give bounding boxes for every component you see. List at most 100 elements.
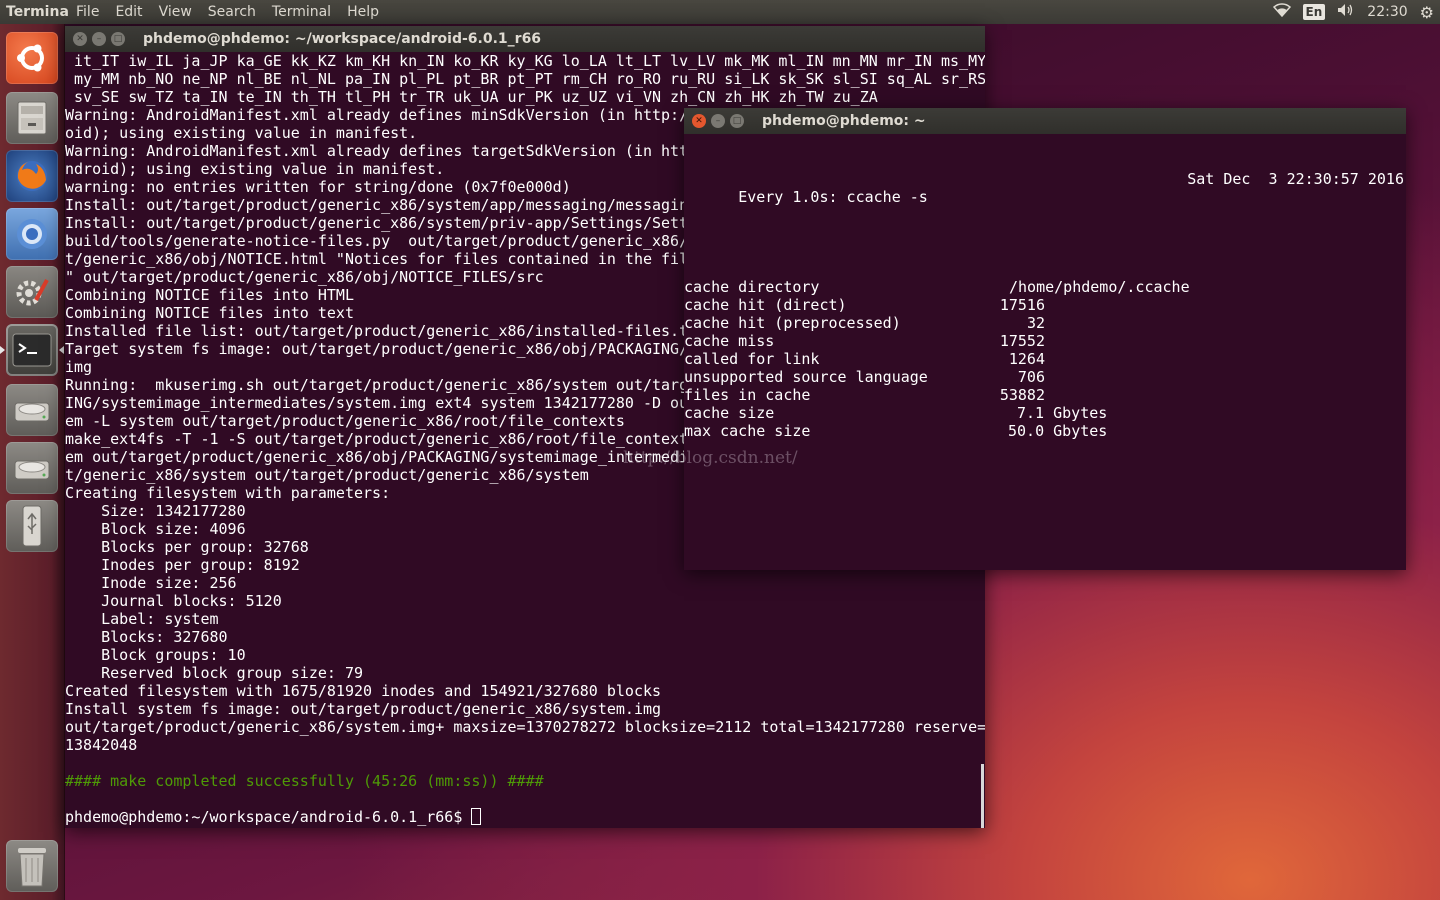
minimize-button[interactable]: –	[711, 114, 725, 128]
file-cabinet-icon	[12, 98, 52, 138]
maximize-icon: □	[113, 33, 123, 44]
launcher-usb[interactable]	[6, 500, 58, 552]
ccache-stats-list: cache directory/home/phdemo/.ccache cache…	[684, 278, 1406, 440]
ccache-stat-row: called for link 1264	[684, 350, 1406, 368]
launcher	[0, 24, 65, 900]
main-terminal-titlebar[interactable]: ✕ – □ phdemo@phdemo: ~/workspace/android…	[65, 26, 985, 52]
stat-value: 17516	[999, 296, 1045, 314]
launcher-chromium[interactable]	[6, 208, 58, 260]
clock[interactable]: 22:30	[1367, 4, 1407, 20]
stat-value: 1264	[1008, 350, 1045, 368]
terminal-line: Journal blocks: 5120	[65, 592, 282, 610]
stat-label: max cache size	[684, 422, 811, 440]
launcher-system-settings[interactable]	[6, 266, 58, 318]
terminal-line: Install system fs image: out/target/prod…	[65, 700, 662, 718]
launcher-terminal[interactable]	[6, 324, 58, 376]
top-panel: Terminal File Edit View Search Terminal …	[0, 0, 1440, 24]
prompt-line[interactable]: phdemo@phdemo:~/workspace/android-6.0.1_…	[65, 808, 985, 826]
close-icon: ✕	[76, 33, 84, 44]
menu-terminal[interactable]: Terminal	[264, 4, 339, 20]
stat-label: files in cache	[684, 386, 811, 404]
ubuntu-logo-icon	[13, 39, 51, 77]
ccache-stat-row: cache hit (preprocessed) 32	[684, 314, 1406, 332]
ccache-output[interactable]: Every 1.0s: ccache -s Sat Dec 3 22:30:57…	[684, 134, 1406, 570]
hard-drive-icon	[12, 393, 52, 427]
ccache-stat-row: cache hit (direct) 17516	[684, 296, 1406, 314]
menu-view[interactable]: View	[151, 4, 200, 20]
maximize-button[interactable]: □	[730, 114, 744, 128]
ccache-terminal-titlebar[interactable]: ✕ – □ phdemo@phdemo: ~	[684, 108, 1406, 134]
shell-prompt: phdemo@phdemo:~/workspace/android-6.0.1_…	[65, 808, 472, 826]
stat-value: /home/phdemo/.ccache	[1009, 278, 1190, 296]
terminal-line: Created filesystem with 1675/81920 inode…	[65, 682, 662, 700]
stat-value: 50.0 Gbytes	[1008, 422, 1108, 440]
stat-label: cache hit (preprocessed)	[684, 314, 901, 332]
maximize-icon: □	[732, 115, 742, 126]
minimize-button[interactable]: –	[92, 32, 106, 46]
stat-label: unsupported source language	[684, 368, 928, 386]
watch-header: Every 1.0s: ccache -s Sat Dec 3 22:30:57…	[684, 170, 1406, 206]
launcher-disk-1[interactable]	[6, 384, 58, 436]
minimize-icon: –	[715, 115, 721, 126]
ccache-stat-row: files in cache 53882	[684, 386, 1406, 404]
terminal-line: 13842048	[65, 736, 138, 754]
settings-tools-icon	[12, 272, 52, 312]
stat-label: called for link	[684, 350, 820, 368]
terminal-line: it_IT iw_IL ja_JP ka_GE kk_KZ km_KH kn_I…	[65, 52, 985, 70]
stat-value: 32	[1026, 314, 1045, 332]
build-success-message: #### make completed successfully (45:26 …	[65, 772, 544, 790]
close-button[interactable]: ✕	[692, 114, 706, 128]
usb-drive-icon	[17, 504, 47, 548]
close-button[interactable]: ✕	[73, 32, 87, 46]
ccache-stat-row: max cache size 50.0 Gbytes	[684, 422, 1406, 440]
window-title: phdemo@phdemo: ~	[762, 113, 926, 129]
menu-help[interactable]: Help	[339, 4, 387, 20]
launcher-ubuntu-dash[interactable]	[6, 32, 58, 84]
volume-icon[interactable]	[1337, 3, 1355, 21]
watch-timestamp: Sat Dec 3 22:30:57 2016	[1187, 170, 1404, 188]
ccache-terminal-window[interactable]: ✕ – □ phdemo@phdemo: ~ Every 1.0s: ccach…	[684, 108, 1406, 570]
keyboard-layout-indicator[interactable]: En	[1302, 4, 1326, 20]
chromium-icon	[12, 214, 52, 254]
terminal-running-indicator	[0, 346, 5, 354]
terminal-icon	[12, 333, 52, 367]
stat-label: cache hit (direct)	[684, 296, 847, 314]
watch-command: Every 1.0s: ccache -s	[738, 188, 928, 206]
terminal-line: Block groups: 10	[65, 646, 246, 664]
ccache-stat-row: cache size 7.1 Gbytes	[684, 404, 1406, 422]
active-app-name: Terminal	[6, 4, 68, 20]
menu-search[interactable]: Search	[200, 4, 264, 20]
indicator-area: En 22:30 ⚙	[1272, 0, 1434, 24]
stat-value: 706	[1017, 368, 1045, 386]
terminal-line: my_MM nb_NO ne_NP nl_BE nl_NL pa_IN pl_P…	[65, 70, 985, 88]
terminal-line: sv_SE sw_TZ ta_IN te_IN th_TH tl_PH tr_T…	[65, 88, 878, 106]
minimize-icon: –	[96, 33, 102, 44]
launcher-firefox[interactable]	[6, 150, 58, 202]
launcher-files[interactable]	[6, 92, 58, 144]
settings-gear-icon[interactable]: ⚙	[1420, 3, 1434, 22]
ccache-stat-row: unsupported source language 706	[684, 368, 1406, 386]
trash-icon	[14, 844, 50, 888]
terminal-line: out/target/product/generic_x86/system.im…	[65, 718, 985, 736]
window-title: phdemo@phdemo: ~/workspace/android-6.0.1…	[143, 31, 542, 47]
text-cursor	[471, 808, 482, 825]
terminal-line: Blocks: 327680	[65, 628, 228, 646]
launcher-disk-2[interactable]	[6, 442, 58, 494]
menu-edit[interactable]: Edit	[107, 4, 150, 20]
terminal-scrollbar[interactable]	[981, 764, 984, 828]
wifi-icon[interactable]	[1272, 3, 1291, 21]
ccache-stat-row: cache directory/home/phdemo/.ccache	[684, 278, 1406, 296]
maximize-button[interactable]: □	[111, 32, 125, 46]
terminal-line: Label: system	[65, 610, 219, 628]
stat-value: 17552	[999, 332, 1045, 350]
stat-label: cache size	[684, 404, 775, 422]
terminal-focused-indicator	[59, 346, 64, 354]
menu-file[interactable]: File	[68, 4, 107, 20]
firefox-icon	[12, 156, 52, 196]
terminal-line: Reserved block group size: 79	[65, 664, 364, 682]
launcher-trash[interactable]	[6, 840, 58, 892]
stat-value: 53882	[999, 386, 1045, 404]
